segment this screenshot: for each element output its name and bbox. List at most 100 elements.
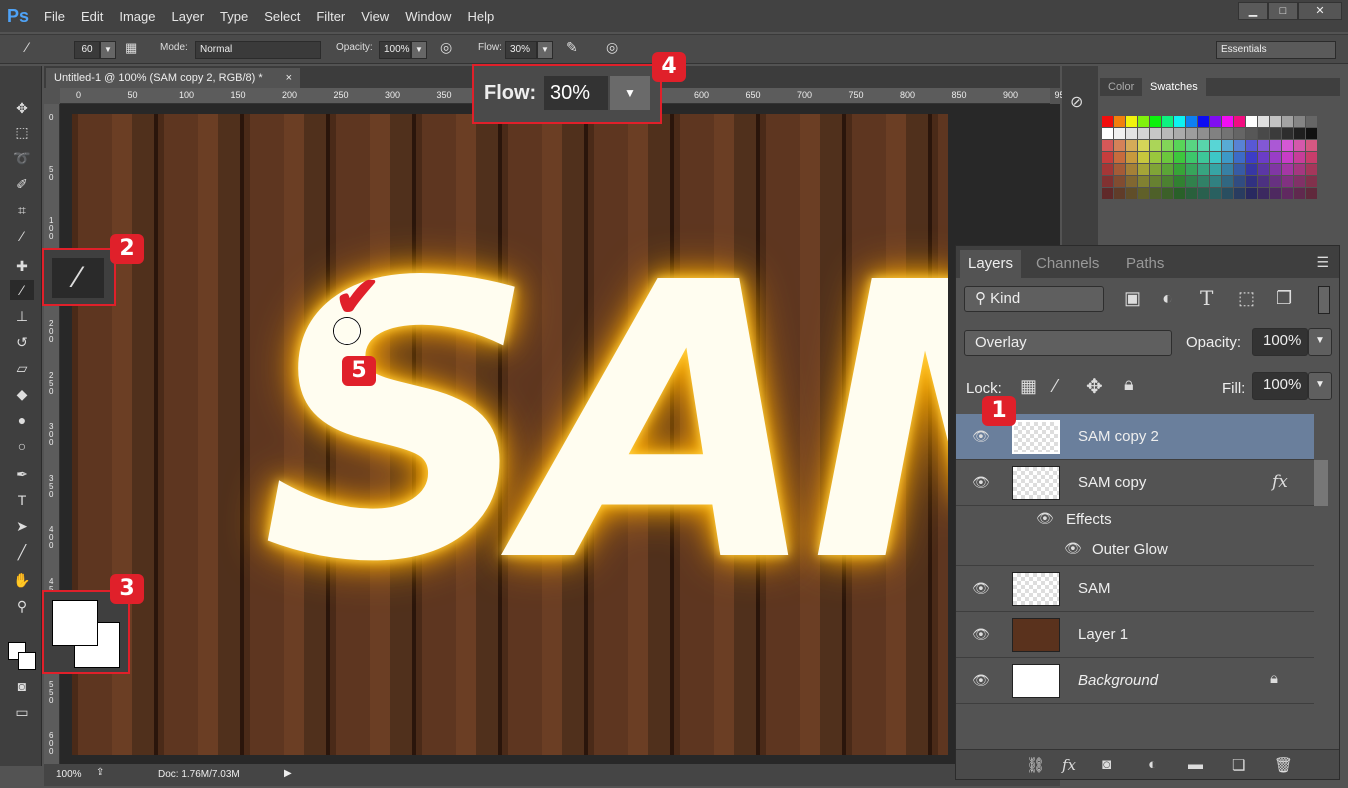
swatch[interactable] — [1210, 128, 1221, 139]
canvas[interactable]: SAM ✔ — [72, 114, 948, 755]
menu-file[interactable]: File — [36, 9, 73, 24]
brush-panel-icon[interactable]: ▦ — [125, 40, 137, 56]
menu-view[interactable]: View — [353, 9, 397, 24]
swatch[interactable] — [1138, 164, 1149, 175]
swatch[interactable] — [1198, 188, 1209, 199]
swatch[interactable] — [1150, 128, 1161, 139]
menu-help[interactable]: Help — [459, 9, 502, 24]
add-style-fx-icon[interactable]: fx — [1062, 756, 1076, 774]
link-layers-icon[interactable]: ⛓ — [1026, 756, 1045, 774]
swatch[interactable] — [1150, 152, 1161, 163]
filter-kind-select[interactable]: ⚲ Kind — [964, 286, 1104, 312]
visibility-eye-icon[interactable]: 👁︎ — [1064, 540, 1082, 557]
swatch[interactable] — [1222, 176, 1233, 187]
swatch-grid[interactable] — [1102, 116, 1317, 199]
swatch[interactable] — [1102, 140, 1113, 151]
swatch[interactable] — [1282, 152, 1293, 163]
swatch[interactable] — [1162, 152, 1173, 163]
screen-mode-icon[interactable]: ▭ — [10, 702, 34, 722]
swatch[interactable] — [1138, 116, 1149, 127]
brush-tool-icon[interactable]: ⁄ — [10, 280, 34, 300]
swatch[interactable] — [1210, 116, 1221, 127]
swatch[interactable] — [1306, 176, 1317, 187]
swatch[interactable] — [1258, 164, 1269, 175]
swatch[interactable] — [1186, 176, 1197, 187]
layer-opacity-dropdown[interactable]: ▼ — [1308, 328, 1332, 356]
new-layer-icon[interactable]: ❏ — [1232, 756, 1245, 774]
layer-opacity-input[interactable]: 100% — [1252, 328, 1308, 356]
swatch[interactable] — [1306, 128, 1317, 139]
quick-selection-tool-icon[interactable]: ✐ — [10, 174, 34, 194]
swatch[interactable] — [1282, 164, 1293, 175]
filter-shape-icon[interactable]: ⬚ — [1238, 288, 1255, 309]
quick-mask-icon[interactable]: ◙ — [10, 676, 34, 696]
swatch[interactable] — [1234, 152, 1245, 163]
swatch[interactable] — [1210, 188, 1221, 199]
flow-input[interactable]: 30% — [505, 41, 537, 59]
swatch[interactable] — [1150, 188, 1161, 199]
swatch[interactable] — [1114, 176, 1125, 187]
swatch[interactable] — [1126, 116, 1137, 127]
swatch[interactable] — [1282, 116, 1293, 127]
airbrush-icon[interactable]: ✎ — [566, 39, 578, 56]
swatch[interactable] — [1294, 140, 1305, 151]
swatch[interactable] — [1258, 152, 1269, 163]
opacity-dropdown[interactable]: ▼ — [411, 41, 427, 59]
history-panel-icon[interactable]: ⊘ — [1070, 92, 1083, 112]
opacity-input[interactable]: 100% — [379, 41, 411, 59]
swatch[interactable] — [1186, 164, 1197, 175]
swatch[interactable] — [1138, 176, 1149, 187]
hand-tool-icon[interactable]: ✋ — [10, 570, 34, 590]
swatch[interactable] — [1126, 152, 1137, 163]
filter-toggle[interactable] — [1318, 286, 1330, 314]
menu-select[interactable]: Select — [256, 9, 308, 24]
swatch[interactable] — [1174, 116, 1185, 127]
dodge-tool-icon[interactable]: ○ — [10, 436, 34, 456]
layers-scrollbar-thumb[interactable] — [1314, 460, 1328, 506]
swatch[interactable] — [1246, 140, 1257, 151]
swatch[interactable] — [1114, 152, 1125, 163]
swatch[interactable] — [1258, 140, 1269, 151]
swatch[interactable] — [1222, 164, 1233, 175]
swatch[interactable] — [1138, 140, 1149, 151]
panel-menu-icon[interactable]: ☰ — [1316, 254, 1329, 271]
swatch[interactable] — [1270, 116, 1281, 127]
tab-color[interactable]: Color — [1100, 77, 1142, 97]
swatch[interactable] — [1186, 188, 1197, 199]
brush-tool-icon[interactable]: ⁄ — [26, 39, 28, 55]
maximize-button[interactable]: □ — [1268, 2, 1298, 20]
eraser-tool-icon[interactable]: ▱ — [10, 358, 34, 378]
swatch[interactable] — [1210, 176, 1221, 187]
minimize-button[interactable]: ▁ — [1238, 2, 1268, 20]
adjustment-layer-icon[interactable]: ◐ — [1148, 756, 1157, 773]
swatch[interactable] — [1162, 140, 1173, 151]
swatch[interactable] — [1138, 128, 1149, 139]
swatch[interactable] — [1222, 152, 1233, 163]
swatch[interactable] — [1174, 164, 1185, 175]
zoom-level[interactable]: 100% — [56, 769, 82, 780]
layer-row-sam-copy[interactable]: 👁︎ SAM copy fx — [956, 460, 1314, 506]
swatch[interactable] — [1126, 176, 1137, 187]
pen-tool-icon[interactable]: ✒ — [10, 464, 34, 484]
eyedropper-tool-icon[interactable]: ⁄ — [10, 226, 34, 246]
swatch[interactable] — [1174, 152, 1185, 163]
close-window-button[interactable]: ✕ — [1298, 2, 1342, 20]
swatch[interactable] — [1258, 176, 1269, 187]
lock-all-icon[interactable]: 🔒︎ — [1124, 374, 1134, 395]
swatch[interactable] — [1270, 128, 1281, 139]
menu-window[interactable]: Window — [397, 9, 459, 24]
swatch[interactable] — [1234, 188, 1245, 199]
swatch[interactable] — [1150, 116, 1161, 127]
pressure-opacity-icon[interactable]: ◎ — [440, 39, 452, 56]
swatch[interactable] — [1246, 188, 1257, 199]
swatch[interactable] — [1222, 188, 1233, 199]
swatch[interactable] — [1162, 128, 1173, 139]
filter-pixel-icon[interactable]: ▣ — [1124, 288, 1141, 309]
workspace-select[interactable]: Essentials — [1216, 41, 1336, 59]
visibility-eye-icon[interactable]: 👁︎ — [972, 474, 990, 491]
visibility-eye-icon[interactable]: 👁︎ — [972, 580, 990, 597]
swatch[interactable] — [1306, 140, 1317, 151]
swatch[interactable] — [1186, 116, 1197, 127]
line-tool-icon[interactable]: ╱ — [10, 542, 34, 562]
brush-preset-dropdown[interactable]: ▼ — [100, 41, 116, 59]
